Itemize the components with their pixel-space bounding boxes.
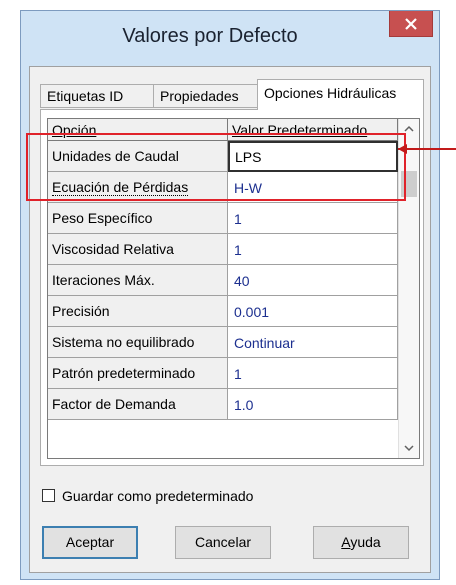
tab-panel: Opción Valor Predeterminado Unidades de … <box>40 109 424 466</box>
table-row[interactable]: Ecuación de Pérdidas H-W <box>48 172 398 203</box>
table-row[interactable]: Peso Específico 1 <box>48 203 398 234</box>
options-grid: Opción Valor Predeterminado Unidades de … <box>47 118 420 459</box>
chevron-down-icon <box>404 445 414 452</box>
table-row[interactable]: Iteraciones Máx. 40 <box>48 265 398 296</box>
table-row[interactable]: Unidades de Caudal LPS <box>48 141 398 172</box>
option-name-text: Ecuación de Pérdidas <box>52 179 189 196</box>
tab-label: Propiedades <box>160 88 239 104</box>
option-value[interactable]: H-W <box>228 172 398 203</box>
tab-etiquetas-id[interactable]: Etiquetas ID <box>40 84 154 108</box>
option-value[interactable]: 40 <box>228 265 398 296</box>
cancel-button[interactable]: Cancelar <box>175 526 271 559</box>
table-row[interactable]: Precisión 0.001 <box>48 296 398 327</box>
help-button[interactable]: Ayuda <box>313 526 409 559</box>
option-value[interactable]: 1 <box>228 203 398 234</box>
checkbox-box[interactable] <box>42 489 55 502</box>
value-editor[interactable]: LPS <box>228 141 398 172</box>
option-name: Precisión <box>48 296 228 327</box>
tab-strip: Etiquetas ID Propiedades Opciones Hidráu… <box>40 79 424 110</box>
option-name: Iteraciones Máx. <box>48 265 228 296</box>
dialog-window: Valores por Defecto Etiquetas ID Propied… <box>20 10 440 580</box>
table-row[interactable]: Sistema no equilibrado Continuar <box>48 327 398 358</box>
title-bar: Valores por Defecto <box>21 11 439 66</box>
option-name: Patrón predeterminado <box>48 358 228 389</box>
accept-button[interactable]: Aceptar <box>42 526 138 559</box>
option-name: Factor de Demanda <box>48 389 228 420</box>
window-title: Valores por Defecto <box>122 25 298 47</box>
option-value[interactable]: 1 <box>228 234 398 265</box>
checkbox-label: Guardar como predeterminado <box>62 488 254 504</box>
header-option-label: Opción <box>52 122 97 138</box>
dialog-body: Etiquetas ID Propiedades Opciones Hidráu… <box>29 66 431 573</box>
annotation-arrow-icon <box>398 144 407 154</box>
option-value[interactable]: 1.0 <box>228 389 398 420</box>
table-row[interactable]: Viscosidad Relativa 1 <box>48 234 398 265</box>
option-name: Peso Específico <box>48 203 228 234</box>
option-value[interactable]: 0.001 <box>228 296 398 327</box>
tab-opciones-hidraulicas[interactable]: Opciones Hidráulicas <box>257 79 424 110</box>
table-row[interactable]: Patrón predeterminado 1 <box>48 358 398 389</box>
option-value[interactable]: 1 <box>228 358 398 389</box>
help-label-rest: yuda <box>350 534 381 550</box>
tab-label: Opciones Hidráulicas <box>264 85 397 101</box>
option-name: Unidades de Caudal <box>48 141 228 172</box>
close-button[interactable] <box>389 11 433 37</box>
tab-propiedades[interactable]: Propiedades <box>153 84 258 108</box>
vertical-scrollbar[interactable] <box>398 119 419 458</box>
help-mnemonic: A <box>341 534 351 550</box>
scroll-down-button[interactable] <box>399 439 419 458</box>
option-value[interactable]: Continuar <box>228 327 398 358</box>
close-icon <box>405 17 417 30</box>
scroll-thumb[interactable] <box>401 171 417 197</box>
option-name: Viscosidad Relativa <box>48 234 228 265</box>
option-name: Sistema no equilibrado <box>48 327 228 358</box>
option-name: Ecuación de Pérdidas <box>48 172 228 203</box>
tab-label: Etiquetas ID <box>47 88 124 104</box>
grid-header: Opción Valor Predeterminado <box>48 119 398 141</box>
table-row[interactable]: Factor de Demanda 1.0 <box>48 389 398 420</box>
chevron-up-icon <box>404 125 414 132</box>
header-value-label: Valor Predeterminado <box>232 122 368 138</box>
scroll-up-button[interactable] <box>399 119 419 138</box>
header-option[interactable]: Opción <box>48 119 228 140</box>
header-default-value[interactable]: Valor Predeterminado <box>228 119 398 140</box>
